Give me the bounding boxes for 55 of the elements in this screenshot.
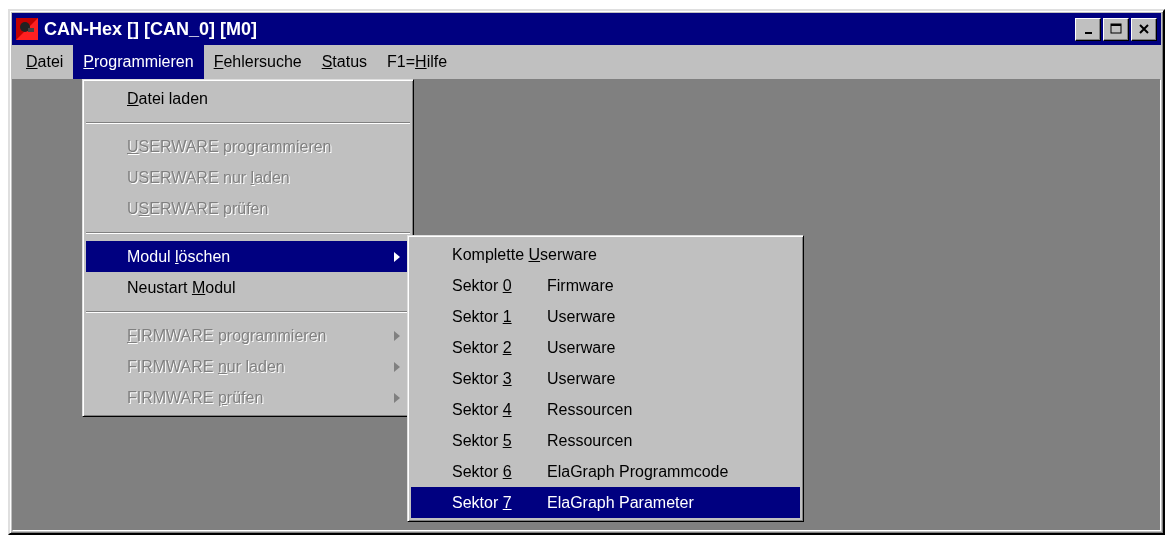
sector-description: Ressourcen [547,431,634,450]
sector-label: Sektor 2 [452,338,513,357]
menu-item[interactable]: Fehlersuche [203,45,312,79]
menu-item[interactable]: F1=Hilfe [377,45,458,79]
sector-description: Firmware [547,276,615,295]
menu-item[interactable]: Status [311,45,378,79]
menu-item[interactable]: Sektor 5 Ressourcen [411,425,800,456]
menu-item[interactable]: Sektor 7 ElaGraph Parameter [411,487,800,518]
sector-description: ElaGraph Parameter [547,493,695,512]
menu-item[interactable]: Sektor 4 Ressourcen [411,394,800,425]
sector-label: Sektor 6 [452,462,513,481]
minimize-icon [1084,32,1092,34]
sector-label: Komplette Userware [452,245,598,264]
minimize-button[interactable] [1075,17,1101,41]
menu-label: USERWARE nur laden [127,168,291,187]
menu-item[interactable]: Sektor 2 Userware [411,332,800,363]
menu-item[interactable]: Neustart Modul [86,272,410,303]
menu-label: FIRMWARE programmieren [127,326,328,345]
sector-description: Userware [547,338,617,357]
menu-item[interactable]: Sektor 3 Userware [411,363,800,394]
sector-label: Sektor 7 [452,493,513,512]
sector-label: Sektor 5 [452,431,513,450]
sector-description: Userware [547,307,617,326]
menu-item[interactable]: Sektor 6 ElaGraph Programmcode [411,456,800,487]
sector-label: Sektor 1 [452,307,513,326]
sector-label: Sektor 0 [452,276,513,295]
sector-description: Userware [547,369,617,388]
sector-label: Sektor 4 [452,400,513,419]
menu-label: USERWARE programmieren [127,137,333,156]
submenu-arrow-icon [394,330,400,341]
menu-label: Neustart Modul [127,278,237,297]
menu-item[interactable]: Komplette Userware [411,239,800,270]
menu-item[interactable]: Datei [16,45,74,79]
window-title: CAN-Hex [] [CAN_0] [M0] [44,18,258,40]
menu-item[interactable]: Datei laden [86,83,410,114]
menu-item[interactable]: Modul löschen [86,241,410,272]
submenu-arrow-icon [394,251,400,262]
app-icon [16,18,38,40]
submenu-arrow-icon [394,361,400,372]
sector-description: Ressourcen [547,400,634,419]
sector-label: Sektor 3 [452,369,513,388]
close-button[interactable] [1131,17,1157,41]
menu-label: Datei laden [127,89,209,108]
maximize-button[interactable] [1103,17,1129,41]
menu-item[interactable]: Programmieren [73,45,204,79]
menu-item[interactable]: Sektor 1 Userware [411,301,800,332]
menu-label: USERWARE prüfen [127,199,270,218]
menu-label: Modul löschen [127,247,232,266]
sector-description: ElaGraph Programmcode [547,462,730,481]
maximize-icon [1110,23,1122,35]
menu-label: FIRMWARE nur laden [127,357,286,376]
submenu-arrow-icon [394,392,400,403]
menu-item[interactable]: Sektor 0 Firmware [411,270,800,301]
close-icon [1138,23,1150,35]
menu-label: FIRMWARE prüfen [127,388,265,407]
